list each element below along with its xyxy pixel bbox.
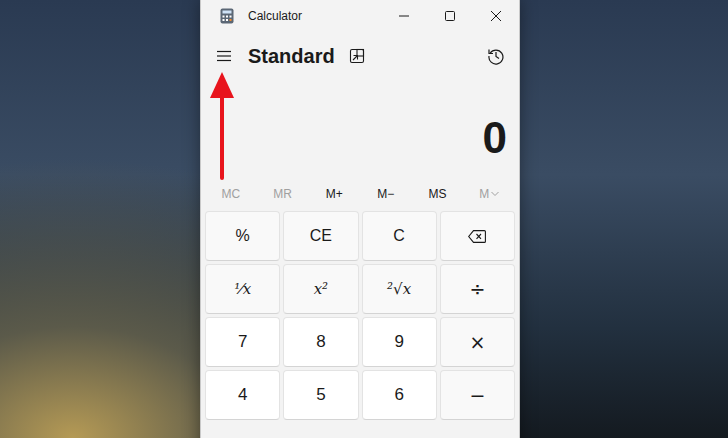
- backspace-icon: [468, 230, 486, 243]
- calculator-icon: [220, 8, 234, 24]
- key-label: ²√x: [387, 280, 411, 298]
- close-icon: [491, 11, 501, 21]
- memory-label: MS: [429, 187, 447, 201]
- key-button[interactable]: 6: [362, 370, 437, 420]
- memory-label: M−: [377, 187, 394, 201]
- minimize-button[interactable]: [381, 0, 427, 32]
- key-button[interactable]: 4: [205, 370, 280, 420]
- memory-label: MC: [222, 187, 241, 201]
- hamburger-icon: [216, 50, 232, 62]
- key-button[interactable]: 5: [283, 370, 358, 420]
- key-label: −: [469, 384, 485, 406]
- key-button[interactable]: %: [205, 211, 280, 261]
- header: Standard: [201, 32, 519, 80]
- display: 0: [201, 80, 519, 178]
- desktop: Calculator Standard 0 MC MR M+ M− MS M% CE C ⅟x x² ²√…: [0, 0, 728, 438]
- key-button[interactable]: −: [440, 370, 515, 420]
- keypad: % CE C ⅟x x² ²√x ÷ 7 8 9 × 4 5 6 −: [201, 210, 519, 420]
- key-button[interactable]: x²: [283, 264, 358, 314]
- key-button[interactable]: ×: [440, 317, 515, 367]
- memory-label: M+: [326, 187, 343, 201]
- window-title: Calculator: [248, 9, 302, 23]
- key-label: CE: [310, 227, 332, 245]
- history-button[interactable]: [476, 38, 516, 74]
- key-button[interactable]: ÷: [440, 264, 515, 314]
- key-button[interactable]: 8: [283, 317, 358, 367]
- key-label: 4: [238, 385, 247, 405]
- maximize-icon: [445, 11, 455, 21]
- key-label: 6: [394, 385, 403, 405]
- key-label: x²: [314, 280, 328, 298]
- key-button[interactable]: C: [362, 211, 437, 261]
- keep-on-top-icon: [349, 48, 365, 64]
- maximize-button[interactable]: [427, 0, 473, 32]
- window-controls: [381, 0, 519, 32]
- annotation-arrow-icon: [208, 70, 236, 182]
- chevron-down-icon: [491, 191, 499, 197]
- memory-button[interactable]: M−: [360, 183, 412, 205]
- memory-button: MC: [205, 183, 257, 205]
- key-button[interactable]: 7: [205, 317, 280, 367]
- key-button[interactable]: 9: [362, 317, 437, 367]
- key-label: 8: [316, 332, 325, 352]
- memory-row: MC MR M+ M− MS M: [201, 178, 519, 210]
- minimize-icon: [399, 11, 409, 21]
- menu-button[interactable]: [204, 38, 244, 74]
- key-label: 9: [394, 332, 403, 352]
- mode-title: Standard: [248, 45, 335, 68]
- display-value: 0: [483, 112, 507, 164]
- memory-button[interactable]: MS: [412, 183, 464, 205]
- memory-label: M: [479, 187, 489, 201]
- key-label: ×: [469, 331, 485, 353]
- history-icon: [487, 47, 505, 65]
- key-button[interactable]: ⅟x: [205, 264, 280, 314]
- keep-on-top-button[interactable]: [341, 38, 373, 74]
- calculator-window: Calculator Standard 0 MC MR M+ M− MS M% CE C ⅟x x² ²√…: [200, 0, 520, 438]
- memory-button: M: [463, 183, 515, 205]
- key-label: 7: [238, 332, 247, 352]
- key-button[interactable]: CE: [283, 211, 358, 261]
- key-label: %: [236, 227, 250, 245]
- key-label: 5: [316, 385, 325, 405]
- key-label: ⅟x: [234, 280, 251, 298]
- key-label: C: [393, 227, 405, 245]
- memory-label: MR: [273, 187, 292, 201]
- close-button[interactable]: [473, 0, 519, 32]
- memory-button: MR: [257, 183, 309, 205]
- key-label: ÷: [469, 278, 485, 300]
- memory-button[interactable]: M+: [308, 183, 360, 205]
- key-button[interactable]: ²√x: [362, 264, 437, 314]
- title-bar: Calculator: [201, 0, 519, 32]
- key-button[interactable]: [440, 211, 515, 261]
